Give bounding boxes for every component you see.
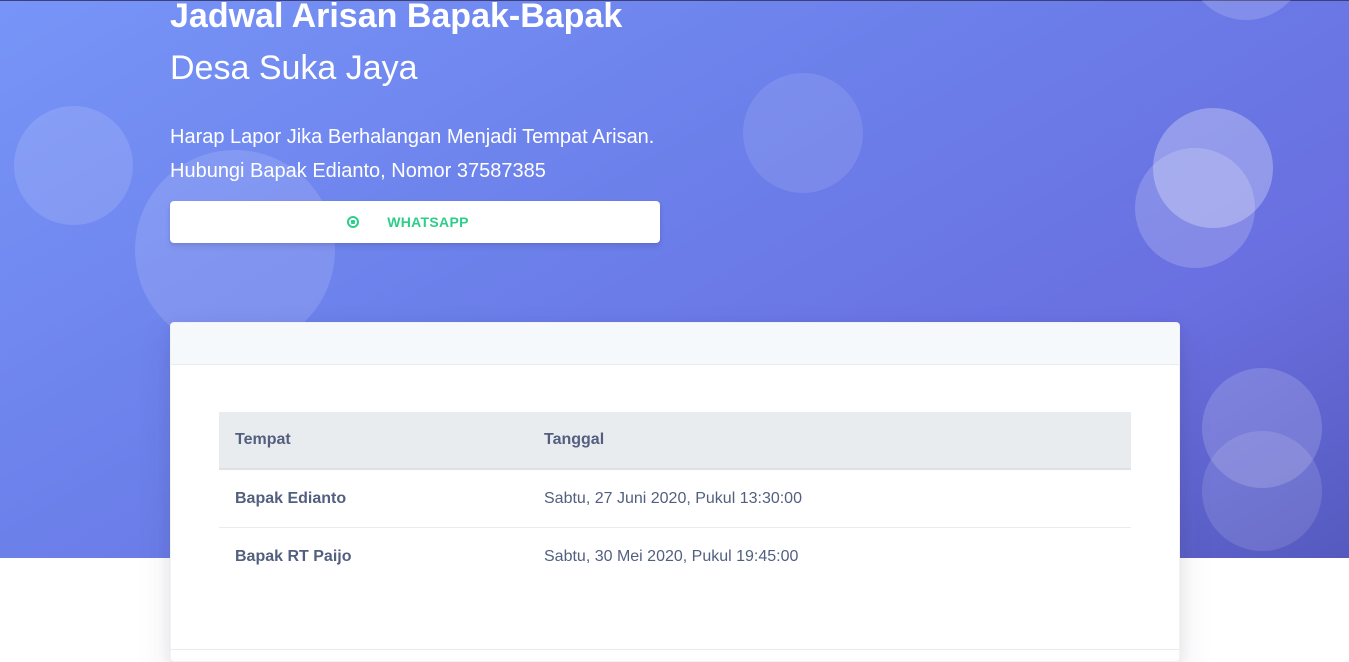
table-row: Bapak Edianto Sabtu, 27 Juni 2020, Pukul… xyxy=(219,469,1131,528)
card-footer-divider xyxy=(171,649,1179,650)
schedule-table: Tempat Tanggal Bapak Edianto Sabtu, 27 J… xyxy=(219,412,1131,585)
decorative-circle xyxy=(1186,0,1306,20)
card-header xyxy=(171,323,1179,365)
cell-tempat: Bapak Edianto xyxy=(219,469,528,528)
cell-tempat: Bapak RT Paijo xyxy=(235,547,352,565)
whatsapp-icon xyxy=(347,216,360,228)
description-line: Hubungi Bapak Edianto, Nomor 37587385 xyxy=(170,160,546,182)
decorative-circle xyxy=(1135,148,1255,268)
whatsapp-button-label: WHATSAPP xyxy=(387,214,469,230)
table-header-row: Tempat Tanggal xyxy=(219,412,1131,470)
table-row: Bapak RT Paijo Sabtu, 30 Mei 2020, Pukul… xyxy=(219,528,1131,586)
hero-description: Harap Lapor Jika Berhalangan Menjadi Tem… xyxy=(170,120,654,188)
column-header-tanggal: Tanggal xyxy=(528,412,1131,470)
whatsapp-button[interactable]: WHATSAPP xyxy=(170,201,660,243)
page-title: Jadwal Arisan Bapak-Bapak xyxy=(170,0,623,35)
cell-tanggal: Sabtu, 30 Mei 2020, Pukul 19:45:00 xyxy=(544,547,799,565)
schedule-card: Tempat Tanggal Bapak Edianto Sabtu, 27 J… xyxy=(170,322,1180,662)
decorative-circle xyxy=(14,106,133,225)
decorative-circle xyxy=(743,73,863,193)
description-line: Harap Lapor Jika Berhalangan Menjadi Tem… xyxy=(170,126,655,148)
page-subtitle: Desa Suka Jaya xyxy=(170,49,418,87)
cell-tanggal: Sabtu, 27 Juni 2020, Pukul 13:30:00 xyxy=(528,469,1131,528)
column-header-tempat: Tempat xyxy=(219,412,528,470)
decorative-circle xyxy=(1202,431,1322,551)
